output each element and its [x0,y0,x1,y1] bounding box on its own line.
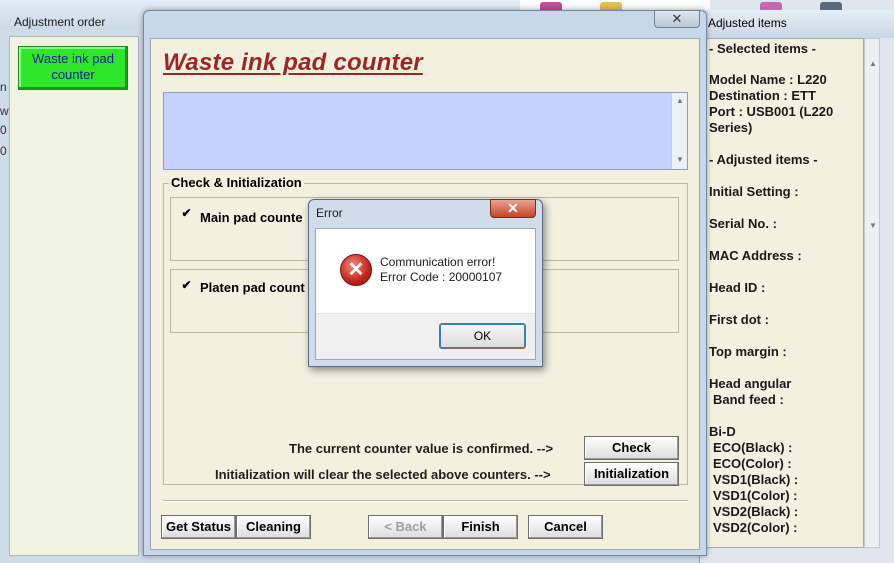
scroll-down-icon[interactable]: ▼ [865,221,881,230]
check-button[interactable]: Check [584,436,679,460]
scroll-up-icon[interactable]: ▲ [672,96,688,105]
checkbox-check-icon: ✔ [181,206,192,220]
first-dot-label: First dot : [709,312,769,327]
head-id-label: Head ID : [709,280,766,295]
page-title: Waste ink pad counter [163,49,423,76]
scroll-down-icon[interactable]: ▼ [672,155,688,164]
footer-separator [163,500,688,502]
destination-value: Destination : ETT [709,88,816,103]
waste-ink-pad-counter-button[interactable]: Waste ink pad counter [18,46,128,90]
top-margin-label: Top margin : [709,344,787,359]
ok-button[interactable]: OK [439,323,526,349]
adjustment-order-list [9,36,139,556]
checkbox-check-icon: ✔ [181,278,192,292]
main-pad-checkbox[interactable]: ✔ [180,206,193,221]
scroll-up-icon[interactable]: ▲ [865,59,881,68]
back-button[interactable]: < Back [368,515,443,539]
window-close-button[interactable]: ✕ [654,10,700,28]
model-name-value: Model Name : L220 [709,72,827,87]
close-icon: ✕ [671,11,683,26]
clipped-text: n [0,80,7,94]
port-value-cont: Series) [709,120,753,135]
eco-black-label: ECO(Black) : [713,440,793,455]
error-dialog-title: Error [316,206,343,220]
vsd2-color-label: VSD2(Color) : [713,520,798,535]
serial-no-label: Serial No. : [709,216,777,231]
platen-pad-label: Platen pad count [200,280,305,295]
error-close-button[interactable]: ✕ [490,199,536,218]
cancel-button[interactable]: Cancel [528,515,603,539]
error-code: Error Code : 20000107 [380,270,503,284]
adjustment-order-title: Adjustment order [14,15,106,29]
clipped-text: 0 [0,123,7,137]
vsd1-color-label: VSD1(Color) : [713,488,798,503]
port-value: Port : USB001 (L220 [709,104,834,119]
status-textbox[interactable] [163,92,688,170]
adjusted-items-title: Adjusted items [708,16,787,30]
main-pad-label: Main pad counte [200,210,303,225]
init-statement: Initialization will clear the selected a… [215,467,551,482]
initialization-button[interactable]: Initialization [584,462,679,486]
platen-pad-checkbox[interactable]: ✔ [180,278,193,293]
adjusted-items-scrollbar[interactable]: ▲ ▼ [864,38,880,548]
error-message: Communication error! [380,255,496,269]
clipped-text: 0 [0,144,7,158]
check-initialization-label: Check & Initialization [169,175,304,190]
eco-color-label: ECO(Color) : [713,456,792,471]
error-icon: ✕ [340,254,372,286]
get-status-button[interactable]: Get Status [161,515,236,539]
confirm-statement: The current counter value is confirmed. … [289,441,554,456]
clipped-text: w [0,104,9,118]
finish-button[interactable]: Finish [443,515,518,539]
status-textbox-scrollbar[interactable]: ▲ ▼ [671,93,687,169]
band-feed-label: Band feed : [713,392,784,407]
vsd2-black-label: VSD2(Black) : [713,504,799,519]
head-angular-label: Head angular [709,376,792,391]
cleaning-button[interactable]: Cleaning [236,515,311,539]
initial-setting-label: Initial Setting : [709,184,799,199]
selected-items-header: - Selected items - [709,41,816,56]
bi-d-label: Bi-D [709,424,736,439]
adjusted-items-header: - Adjusted items - [709,152,818,167]
mac-address-label: MAC Address : [709,248,802,263]
close-icon: ✕ [507,200,519,216]
vsd1-black-label: VSD1(Black) : [713,472,799,487]
